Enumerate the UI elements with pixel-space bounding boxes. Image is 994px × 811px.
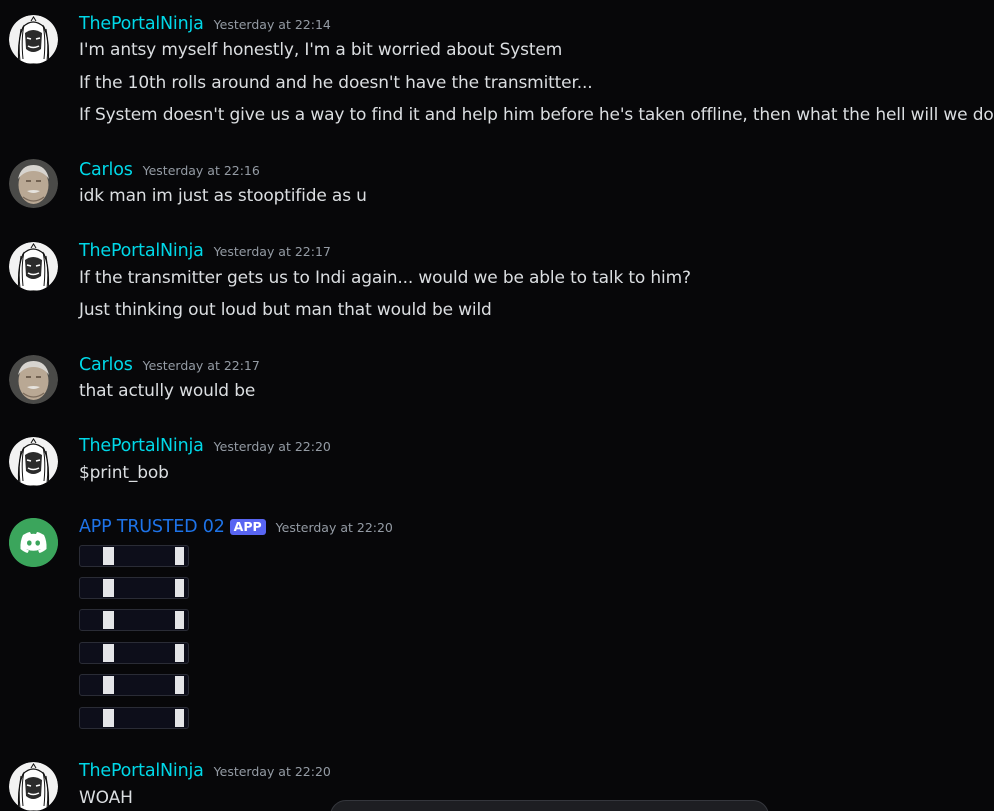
- embed-bar: [79, 642, 189, 664]
- message-header: Carlos Yesterday at 22:16: [79, 160, 260, 180]
- avatar-carlos[interactable]: [9, 355, 58, 404]
- old-man-icon: [9, 159, 58, 208]
- timestamp: Yesterday at 22:16: [142, 163, 260, 178]
- username[interactable]: APP TRUSTED 02: [79, 517, 225, 537]
- white-haired-ninja-icon: [9, 762, 58, 811]
- white-haired-ninja-icon: [9, 437, 58, 486]
- avatar-ninja[interactable]: [9, 15, 58, 64]
- username[interactable]: Carlos: [79, 355, 133, 375]
- avatar-carlos[interactable]: [9, 159, 58, 208]
- chat-message-list[interactable]: ThePortalNinja Yesterday at 22:14 I'm an…: [0, 0, 994, 811]
- message-header: ThePortalNinja Yesterday at 22:20: [79, 761, 331, 781]
- embed-bar: [79, 577, 189, 599]
- avatar-ninja[interactable]: [9, 762, 58, 811]
- avatar-app[interactable]: [9, 518, 58, 567]
- discord-logo-icon: [9, 518, 58, 567]
- timestamp: Yesterday at 22:17: [142, 358, 260, 373]
- message-text: $print_bob: [79, 463, 169, 483]
- embed-bar: [79, 707, 189, 729]
- message-text: idk man im just as stooptifide as u: [79, 186, 367, 206]
- message-text: WOAH: [79, 788, 133, 808]
- timestamp: Yesterday at 22:14: [213, 17, 331, 32]
- username[interactable]: ThePortalNinja: [79, 14, 204, 34]
- message-composer[interactable]: [330, 800, 769, 811]
- avatar-ninja[interactable]: [9, 242, 58, 291]
- message-text: If the 10th rolls around and he doesn't …: [79, 73, 593, 93]
- avatar-ninja[interactable]: [9, 437, 58, 486]
- username[interactable]: ThePortalNinja: [79, 761, 204, 781]
- white-haired-ninja-icon: [9, 15, 58, 64]
- white-haired-ninja-icon: [9, 242, 58, 291]
- app-badge: APP: [229, 519, 266, 535]
- message-text: If System doesn't give us a way to find …: [79, 105, 994, 125]
- message-header: APP TRUSTED 02 APP Yesterday at 22:20: [79, 517, 393, 537]
- message-text: Just thinking out loud but man that woul…: [79, 300, 492, 320]
- embed-bar: [79, 609, 189, 631]
- message-header: ThePortalNinja Yesterday at 22:14: [79, 14, 331, 34]
- old-man-icon: [9, 355, 58, 404]
- username[interactable]: ThePortalNinja: [79, 241, 204, 261]
- timestamp: Yesterday at 22:17: [213, 244, 331, 259]
- timestamp: Yesterday at 22:20: [213, 439, 331, 454]
- message-header: ThePortalNinja Yesterday at 22:20: [79, 436, 331, 456]
- embed-bar: [79, 674, 189, 696]
- timestamp: Yesterday at 22:20: [275, 520, 393, 535]
- username[interactable]: Carlos: [79, 160, 133, 180]
- message-header: Carlos Yesterday at 22:17: [79, 355, 260, 375]
- embed-bar: [79, 545, 189, 567]
- message-header: ThePortalNinja Yesterday at 22:17: [79, 241, 331, 261]
- message-text: I'm antsy myself honestly, I'm a bit wor…: [79, 40, 563, 60]
- timestamp: Yesterday at 22:20: [213, 764, 331, 779]
- username[interactable]: ThePortalNinja: [79, 436, 204, 456]
- message-text: If the transmitter gets us to Indi again…: [79, 268, 691, 288]
- message-text: that actully would be: [79, 381, 256, 401]
